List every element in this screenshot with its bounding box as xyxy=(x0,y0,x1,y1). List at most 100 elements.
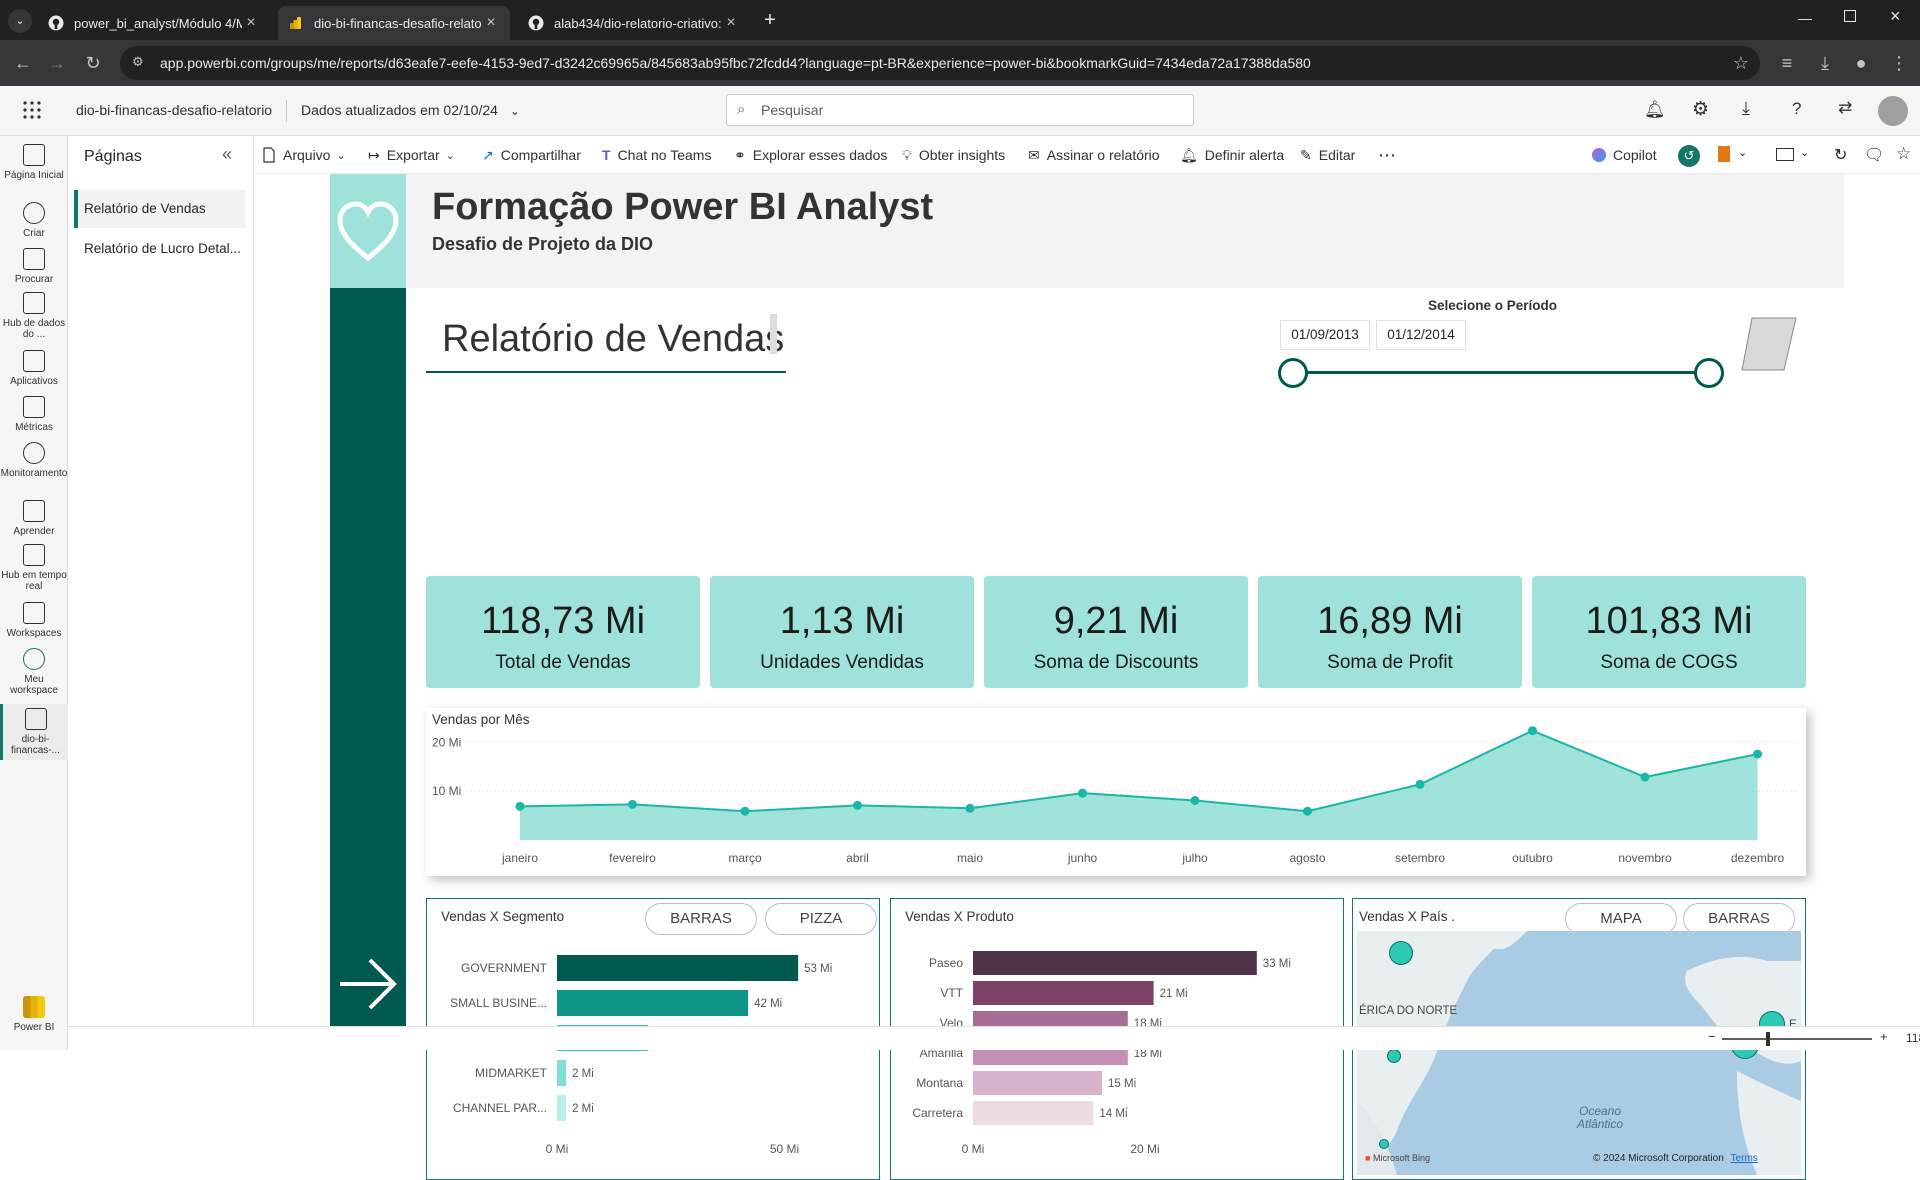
exportar-menu[interactable]: ↦ Exportar ⌄ xyxy=(368,136,455,174)
reload-icon[interactable]: ↻ xyxy=(80,50,106,76)
restore-icon[interactable] xyxy=(1844,10,1856,22)
kpi-card-unidades[interactable]: 1,13 Mi Unidades Vendidas xyxy=(710,576,974,688)
data-point[interactable] xyxy=(515,801,525,811)
slider-handle-start[interactable] xyxy=(1278,358,1308,388)
data-point[interactable] xyxy=(628,799,637,809)
editar-button[interactable]: ✎ Editar xyxy=(1300,136,1355,174)
data-point[interactable] xyxy=(1078,788,1087,798)
close-tab-icon[interactable]: × xyxy=(722,14,740,32)
date-end-input[interactable]: 01/12/2014 xyxy=(1376,320,1466,350)
rail-item-6[interactable]: Monitoramento xyxy=(0,442,68,479)
browser-tab-2[interactable]: alab434/dio-relatorio-criativo: I × xyxy=(518,6,750,40)
terms-link[interactable]: Terms xyxy=(1731,1153,1758,1164)
bar[interactable] xyxy=(557,1060,567,1086)
site-info-icon[interactable]: ⚙ xyxy=(132,54,150,72)
bar[interactable] xyxy=(973,1071,1102,1095)
copilot-button[interactable]: Copilot xyxy=(1592,136,1657,174)
rail-item-8[interactable]: Hub em tempo real xyxy=(0,544,68,592)
page-item-relatorio-vendas[interactable]: Relatório de Vendas xyxy=(74,190,246,228)
bar[interactable] xyxy=(557,990,749,1016)
share-feedback-icon[interactable]: ⇄ xyxy=(1838,98,1852,118)
refresh-icon[interactable]: ↻ xyxy=(1834,145,1847,165)
assinar-button[interactable]: ✉ Assinar o relatório xyxy=(1028,136,1160,174)
data-point[interactable] xyxy=(1640,772,1650,782)
data-point[interactable] xyxy=(1753,749,1762,759)
browser-tab-1[interactable]: dio-bi-financas-desafio-relatori × xyxy=(278,6,510,40)
data-point[interactable] xyxy=(1303,806,1312,816)
bar[interactable] xyxy=(973,981,1154,1005)
compartilhar-button[interactable]: ↗ Compartilhar xyxy=(482,136,581,174)
bar[interactable] xyxy=(973,951,1257,975)
kpi-card-profit[interactable]: 16,89 Mi Soma de Profit xyxy=(1258,576,1522,688)
new-tab-icon[interactable]: + xyxy=(758,8,782,32)
data-point[interactable] xyxy=(853,800,862,810)
bookmark-icon[interactable] xyxy=(1718,146,1730,162)
close-tab-icon[interactable]: × xyxy=(482,14,500,32)
chevron-down-icon[interactable]: ⌄ xyxy=(1738,146,1747,159)
download-icon[interactable]: ⤓ xyxy=(1812,50,1838,76)
zoom-in-icon[interactable]: + xyxy=(1880,1029,1888,1044)
download-icon[interactable]: ⤓ xyxy=(1742,98,1750,119)
forward-icon[interactable]: → xyxy=(44,50,70,76)
map-area[interactable]: ÉRICA DO NORTE E Oceano Atlântico ■ Micr… xyxy=(1357,931,1801,1175)
data-point[interactable] xyxy=(1528,726,1537,736)
chevron-down-icon[interactable]: ⌄ xyxy=(1800,146,1809,159)
zoom-slider-thumb[interactable] xyxy=(1766,1032,1770,1046)
rail-item-4[interactable]: Aplicativos xyxy=(0,350,68,387)
minimize-icon[interactable]: — xyxy=(1798,10,1812,26)
notifications-icon[interactable]: 🔔︎ xyxy=(1644,100,1666,120)
country-bubble-usa[interactable] xyxy=(1387,1049,1401,1063)
rail-item-3[interactable]: Hub de dados do ... xyxy=(0,292,68,340)
page-item-relatorio-lucro[interactable]: Relatório de Lucro Detal... xyxy=(74,230,246,268)
chart-vendas-por-mes[interactable]: Vendas por Mês 10 Mi 20 Mi janeiro fevereir… xyxy=(426,708,1806,876)
reset-icon[interactable]: ↺ xyxy=(1678,145,1700,167)
arrow-right-icon[interactable] xyxy=(336,954,400,1014)
rail-item-11[interactable]: dio-bi-financas-... xyxy=(0,704,68,760)
settings-gear-icon[interactable]: ⚙ xyxy=(1692,98,1709,121)
bookmark-star-icon[interactable]: ☆ xyxy=(1728,50,1754,76)
more-options-icon[interactable]: ⋯ xyxy=(1378,136,1396,174)
rail-item-9[interactable]: Workspaces xyxy=(0,602,68,639)
address-bar[interactable]: ⚙ app.powerbi.com/groups/me/reports/d63e… xyxy=(120,46,1760,80)
report-name[interactable]: dio-bi-financas-desafio-relatorio xyxy=(76,102,272,118)
search-input[interactable]: ⌕ Pesquisar xyxy=(726,94,1194,126)
kpi-card-cogs[interactable]: 101,83 Mi Soma de COGS xyxy=(1532,576,1806,688)
slider-handle-end[interactable] xyxy=(1694,358,1724,388)
menu-kebab-icon[interactable]: ⋮ xyxy=(1886,50,1912,76)
avatar[interactable] xyxy=(1878,96,1908,126)
close-window-icon[interactable]: × xyxy=(1890,6,1901,27)
rail-item-2[interactable]: Procurar xyxy=(0,248,68,285)
zoom-level[interactable]: 118% xyxy=(1906,1031,1920,1045)
rail-item-1[interactable]: Criar xyxy=(0,202,68,239)
collapse-pane-icon[interactable]: « xyxy=(222,144,232,165)
kpi-card-total-vendas[interactable]: 118,73 Mi Total de Vendas xyxy=(426,576,700,688)
rail-item-7[interactable]: Aprender xyxy=(0,500,68,537)
rail-item-10[interactable]: Meu workspace xyxy=(0,648,68,696)
explorar-button[interactable]: ⚭ Explorar esses dados xyxy=(734,136,887,174)
favorite-star-icon[interactable]: ☆ xyxy=(1896,144,1911,164)
zoom-slider[interactable] xyxy=(1722,1038,1872,1040)
bar[interactable] xyxy=(557,955,799,981)
close-tab-icon[interactable]: × xyxy=(242,14,260,32)
arquivo-menu[interactable]: Arquivo ⌄ xyxy=(262,136,346,174)
country-bubble-mexico[interactable] xyxy=(1379,1139,1389,1149)
zoom-out-icon[interactable]: − xyxy=(1708,1029,1716,1044)
chat-teams-button[interactable]: T Chat no Teams xyxy=(602,136,711,174)
app-launcher-icon[interactable] xyxy=(22,100,42,120)
rail-item-5[interactable]: Métricas xyxy=(0,396,68,433)
alerta-button[interactable]: 🔔︎ Definir alerta xyxy=(1180,136,1284,174)
view-icon[interactable] xyxy=(1776,148,1794,161)
tab-list-dropdown-icon[interactable]: ⌄ xyxy=(8,9,32,33)
country-bubble-canada[interactable] xyxy=(1389,941,1413,965)
browser-tab-0[interactable]: power_bi_analyst/Módulo 4/M × xyxy=(38,6,270,40)
comment-icon[interactable]: 🗨︎ xyxy=(1864,145,1884,165)
back-icon[interactable]: ← xyxy=(10,50,36,76)
slider-track[interactable] xyxy=(1292,371,1710,374)
bar[interactable] xyxy=(557,1095,567,1121)
media-icon[interactable]: ≡ xyxy=(1774,50,1800,76)
date-start-input[interactable]: 01/09/2013 xyxy=(1280,320,1370,350)
help-icon[interactable]: ? xyxy=(1792,99,1801,119)
data-updated-dropdown[interactable]: Dados atualizados em 02/10/24 ⌄ xyxy=(301,102,520,118)
profile-icon[interactable]: ● xyxy=(1848,50,1874,76)
powerbi-logo[interactable]: Power BI xyxy=(0,996,68,1033)
